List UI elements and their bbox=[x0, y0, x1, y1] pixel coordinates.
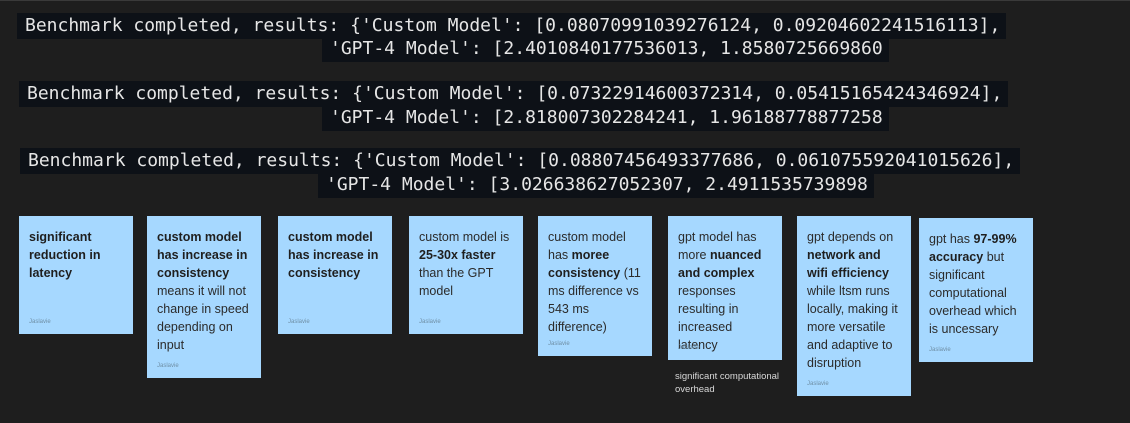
sticky-note[interactable]: significant reduction in latency Jaslavi… bbox=[19, 216, 133, 334]
benchmark-2-line-1: Benchmark completed, results: {'Custom M… bbox=[19, 81, 1009, 107]
sticky-note-text-part: 25-30x faster bbox=[419, 248, 496, 262]
benchmark-1-line-2: 'GPT-4 Model': [2.4010840177536013, 1.85… bbox=[322, 36, 889, 62]
sticky-note-author: Jaslavie bbox=[157, 363, 179, 369]
sticky-note-text-part: while ltsm runs locally, making it more … bbox=[807, 284, 898, 370]
sticky-note-text: gpt has 97-99% accuracy but significant … bbox=[929, 230, 1023, 338]
sticky-note-text-part: responses resulting in increased latency bbox=[678, 284, 739, 352]
benchmark-2-line-2: 'GPT-4 Model': [2.818007302284241, 1.961… bbox=[322, 105, 889, 131]
sticky-note[interactable]: custom model has moree consistency (11 m… bbox=[538, 216, 652, 356]
sticky-note-author: Jaslavie bbox=[288, 319, 310, 325]
sticky-note-text-part: means it will not change in speed depend… bbox=[157, 284, 249, 352]
sticky-note-text: gpt model has more nuanced and complex r… bbox=[678, 228, 772, 354]
sticky-note[interactable]: custom model is 25-30x faster than the G… bbox=[409, 216, 523, 334]
sticky-note-author: Jaslavie bbox=[678, 345, 700, 351]
sticky-note-text: custom model is 25-30x faster than the G… bbox=[419, 228, 513, 300]
sticky-note-author: Jaslavie bbox=[929, 347, 951, 353]
sticky-note-author: Jaslavie bbox=[29, 319, 51, 325]
note-caption: significant computational overhead bbox=[675, 371, 780, 395]
sticky-note-text-part: gpt has bbox=[929, 232, 974, 246]
sticky-note-text-part: gpt depends on bbox=[807, 230, 894, 244]
benchmark-3-line-1: Benchmark completed, results: {'Custom M… bbox=[20, 148, 1021, 174]
top-divider bbox=[0, 0, 1130, 1]
sticky-note-text-part: custom model is bbox=[419, 230, 510, 244]
sticky-note-author: Jaslavie bbox=[419, 319, 441, 325]
sticky-note-text: custom model has increase in consistency… bbox=[157, 228, 251, 354]
benchmark-3-line-2: 'GPT-4 Model': [3.026638627052307, 2.491… bbox=[318, 172, 874, 198]
sticky-note[interactable]: gpt has 97-99% accuracy but significant … bbox=[919, 218, 1033, 362]
sticky-note[interactable]: custom model has increase in consistency… bbox=[147, 216, 261, 378]
sticky-note-text: gpt depends on network and wifi efficien… bbox=[807, 228, 901, 372]
sticky-note-text-part: significant reduction in latency bbox=[29, 230, 101, 280]
sticky-note-text-part: than the GPT model bbox=[419, 266, 494, 298]
sticky-note-text: custom model has moree consistency (11 m… bbox=[548, 228, 642, 336]
sticky-note-text: custom model has increase in consistency bbox=[288, 228, 382, 282]
sticky-note-author: Jaslavie bbox=[807, 381, 829, 387]
sticky-note-text: significant reduction in latency bbox=[29, 228, 123, 282]
sticky-note[interactable]: custom model has increase in consistency… bbox=[278, 216, 392, 334]
sticky-note[interactable]: gpt model has more nuanced and complex r… bbox=[668, 216, 782, 360]
sticky-note-text-part: custom model has increase in consistency bbox=[157, 230, 248, 280]
sticky-note-author: Jaslavie bbox=[548, 341, 570, 347]
sticky-note-text-part: custom model has increase in consistency bbox=[288, 230, 379, 280]
sticky-note-text-part: network and wifi efficiency bbox=[807, 248, 889, 280]
sticky-note[interactable]: gpt depends on network and wifi efficien… bbox=[797, 216, 911, 396]
